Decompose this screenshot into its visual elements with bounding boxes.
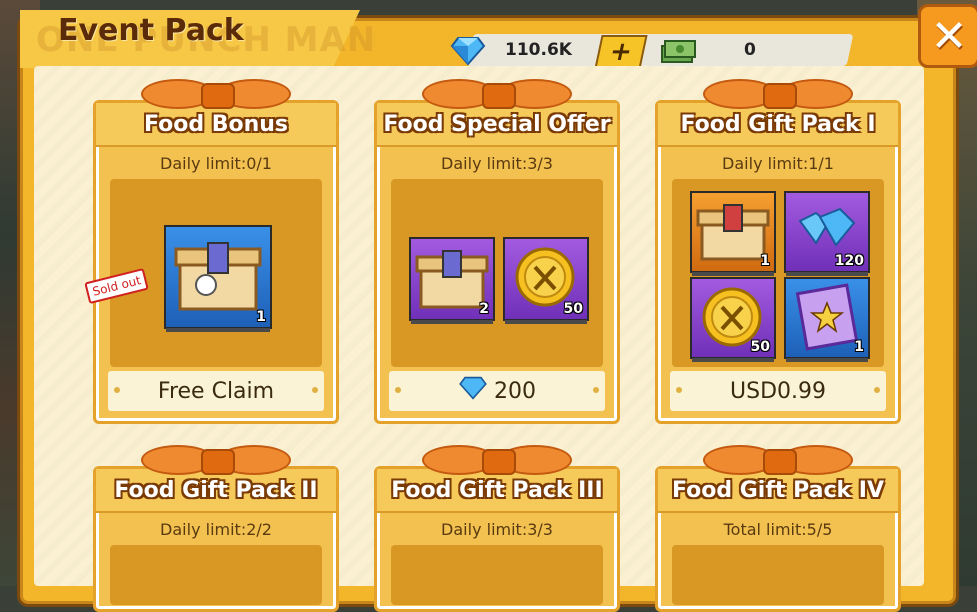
page-title: Event Pack — [58, 13, 244, 48]
star-ticket-icon[interactable]: 1 — [784, 277, 870, 362]
ribbon-bow-icon — [703, 73, 853, 113]
pack-contents — [110, 545, 322, 605]
food-chest-icon[interactable]: 1 — [690, 191, 776, 276]
pack-limit: Daily limit:2/2 — [160, 519, 272, 539]
pack-limit: Total limit:5/5 — [723, 519, 833, 539]
pack-contents — [391, 545, 603, 605]
ribbon-bow-icon — [703, 439, 853, 479]
food-chest-icon[interactable]: 2 — [409, 237, 495, 324]
item-quantity: 1 — [760, 253, 770, 269]
close-button[interactable]: ✕ — [918, 4, 977, 68]
price-label: 200 — [494, 378, 536, 404]
pack-card-food-special-offer[interactable]: Food Special Offer Daily limit:3/3 2 50 — [374, 79, 620, 424]
ribbon-bow-icon — [422, 73, 572, 113]
pack-limit: Daily limit:1/1 — [722, 153, 834, 173]
cash-balance: 0 — [744, 40, 756, 60]
buy-with-diamonds-button[interactable]: 200 — [389, 371, 605, 411]
item-quantity: 2 — [479, 301, 489, 317]
buy-button[interactable]: USD0.99 — [670, 371, 886, 411]
add-diamonds-button[interactable]: + — [594, 35, 648, 69]
pack-limit: Daily limit:0/1 — [160, 153, 272, 173]
food-coin-icon[interactable]: 50 — [690, 277, 776, 362]
price-label: Free Claim — [157, 378, 275, 404]
pack-contents — [672, 545, 884, 605]
diamond-balance: 110.6K — [505, 40, 572, 60]
pack-card-food-gift-pack-3[interactable]: Food Gift Pack III Daily limit:3/3 — [374, 445, 620, 612]
pack-contents: 1 120 50 1 — [672, 179, 884, 367]
diamond-icon — [458, 376, 488, 406]
item-quantity: 120 — [834, 253, 864, 269]
claim-button[interactable]: Free Claim — [108, 371, 324, 411]
item-quantity: 50 — [750, 339, 770, 355]
ribbon-bow-icon — [422, 439, 572, 479]
pack-card-food-bonus[interactable]: Food Bonus Daily limit:0/1 1 Sold out Fr… — [84, 79, 339, 424]
diamonds-icon[interactable]: 120 — [784, 191, 870, 276]
pack-card-food-gift-pack-1[interactable]: Food Gift Pack I Daily limit:1/1 1 120 5… — [655, 79, 901, 424]
cash-icon — [660, 36, 696, 70]
item-quantity: 50 — [563, 301, 583, 317]
food-coin-icon[interactable]: 50 — [503, 237, 589, 324]
price-label: USD0.99 — [730, 378, 826, 404]
pack-card-food-gift-pack-4[interactable]: Food Gift Pack IV Total limit:5/5 — [655, 445, 901, 612]
item-quantity: 1 — [854, 339, 864, 355]
pack-limit: Daily limit:3/3 — [441, 153, 553, 173]
pack-limit: Daily limit:3/3 — [441, 519, 553, 539]
pack-contents: 2 50 — [391, 179, 603, 367]
food-chest-icon[interactable]: 1 — [164, 225, 272, 332]
diamond-icon — [450, 36, 486, 70]
item-quantity: 1 — [256, 309, 266, 325]
pack-card-food-gift-pack-2[interactable]: Food Gift Pack II Daily limit:2/2 — [93, 445, 339, 612]
ribbon-bow-icon — [141, 439, 291, 479]
ribbon-bow-icon — [141, 73, 291, 113]
